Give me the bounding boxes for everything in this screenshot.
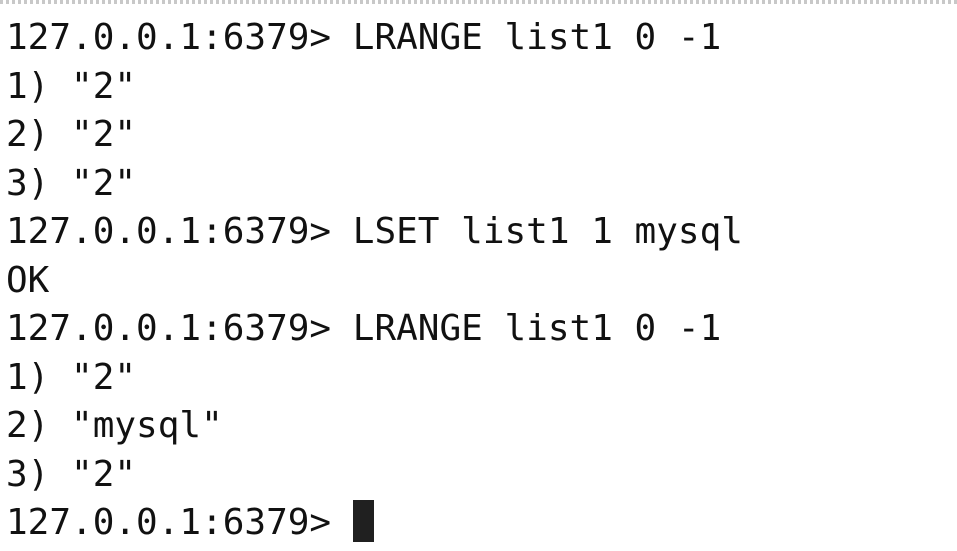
text-cursor (352, 500, 374, 542)
terminal-window[interactable]: 127.0.0.1:6379> LRANGE list1 0 -1 1) "2"… (0, 0, 957, 551)
terminal-line-output: 3) "2" (6, 453, 137, 495)
terminal-prompt: 127.0.0.1:6379> (6, 502, 353, 543)
terminal-line-command: 127.0.0.1:6379> LSET list1 1 mysql (6, 211, 743, 252)
terminal-output: 127.0.0.1:6379> LRANGE list1 0 -1 1) "2"… (6, 14, 957, 548)
terminal-line-output: OK (6, 259, 50, 301)
terminal-line-output: 2) "2" (6, 114, 137, 155)
terminal-line-output: 1) "2" (6, 65, 137, 107)
window-top-border (0, 0, 957, 4)
terminal-input-line[interactable]: 127.0.0.1:6379> (6, 499, 957, 548)
terminal-line-output: 2) "mysql" (6, 405, 223, 446)
terminal-line-command: 127.0.0.1:6379> LRANGE list1 0 -1 (6, 308, 722, 349)
terminal-line-output: 3) "2" (6, 162, 137, 204)
terminal-line-command: 127.0.0.1:6379> LRANGE list1 0 -1 (6, 17, 722, 58)
terminal-line-output: 1) "2" (6, 356, 137, 398)
